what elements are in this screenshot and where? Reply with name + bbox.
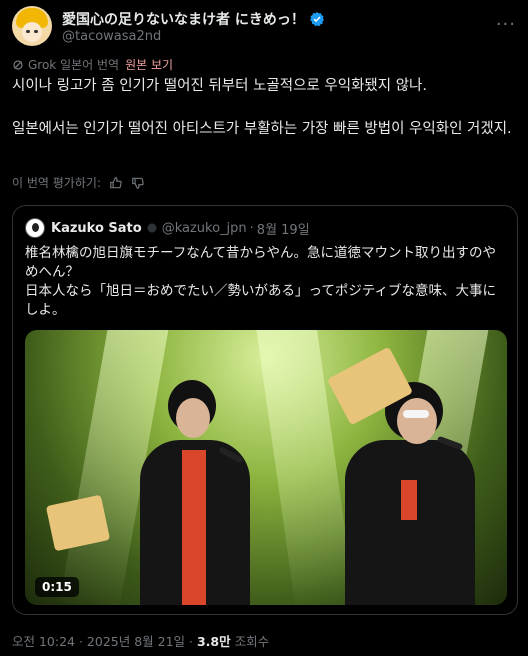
quoted-author-badge-icon [147, 223, 157, 233]
performer-face [397, 398, 437, 444]
thumbs-up-icon[interactable] [109, 176, 123, 190]
view-count-label: 조회수 [230, 634, 270, 649]
quoted-post-header: Kazuko Sato @kazuko_jpn · 8월 19일 [25, 218, 310, 238]
post-meta: 오전 10:24 · 2025년 8월 21일 · 3.8만 조회수 [12, 631, 269, 650]
quoted-author-name[interactable]: Kazuko Sato [51, 221, 142, 236]
view-original-link[interactable]: 원본 보기 [125, 56, 173, 73]
quoted-post-date[interactable]: 8월 19일 [257, 219, 310, 238]
author-avatar[interactable] [12, 6, 52, 46]
more-options-icon[interactable]: ··· [496, 14, 516, 35]
sunglasses [403, 410, 429, 418]
grok-icon [13, 59, 23, 70]
quoted-post-text: 椎名林檎の旭日旗モチーフなんて昔からやん。急に道徳マウント取り出すのやめへん？ … [25, 244, 509, 320]
translation-label: Grok 일본어 번역 [28, 58, 120, 72]
author-handle[interactable]: @tacowasa2nd [62, 29, 161, 44]
quoted-post-line: 日本人なら「旭日＝おめでたい／勢いがある」ってポジティブな意味、大事にしよ。 [25, 283, 497, 318]
performer-left [45, 370, 260, 605]
performer-robe [345, 440, 475, 605]
quoted-post[interactable]: Kazuko Sato @kazuko_jpn · 8월 19일 椎名林檎の旭日… [12, 205, 518, 615]
quoted-post-line: 椎名林檎の旭日旗モチーフなんて昔からやん。急に道徳マウント取り出すのやめへん？ [25, 245, 497, 280]
avatar-eye [34, 30, 38, 33]
translation-bar: Grok 일본어 번역 원본 보기 [12, 56, 173, 73]
quoted-author-handle[interactable]: @kazuko_jpn [162, 221, 247, 236]
performer-red-garment [401, 480, 417, 520]
video-timestamp: 0:15 [35, 577, 79, 597]
performer-right [325, 346, 495, 605]
rate-translation-row: 이 번역 평가하기: [12, 174, 145, 191]
post-paragraph: 일본에서는 인기가 떨어진 아티스트가 부활하는 가장 빠른 방법이 우익화인 … [12, 121, 512, 137]
video-player[interactable]: 0:15 [25, 330, 507, 605]
post-header: 愛国心の足りないなまけ者 にきめっ！ @tacowasa2nd ··· [12, 6, 516, 48]
post-timestamp[interactable]: 오전 10:24 · 2025년 8월 21일 · [12, 634, 197, 649]
quoted-author-avatar[interactable] [25, 218, 45, 238]
author-name-row[interactable]: 愛国心の足りないなまけ者 にきめっ！ [62, 9, 325, 29]
performer-face [176, 398, 210, 438]
avatar-face [22, 22, 42, 42]
view-count: 3.8만 [196, 634, 231, 649]
verified-badge-icon [309, 12, 324, 27]
rate-translation-label: 이 번역 평가하기: [12, 176, 101, 190]
separator-dot: · [249, 220, 254, 236]
avatar-eye [26, 30, 30, 33]
thumbs-down-icon[interactable] [131, 176, 145, 190]
performer-red-garment [182, 450, 206, 605]
post-paragraph: 시이나 링고가 좀 인기가 떨어진 뒤부터 노골적으로 우익화됐지 않나. [12, 78, 427, 94]
author-display-name[interactable]: 愛国心の足りないなまけ者 にきめっ！ [62, 9, 305, 29]
post-body: 시이나 링고가 좀 인기가 떨어진 뒤부터 노골적으로 우익화됐지 않나. 일본… [12, 76, 512, 140]
